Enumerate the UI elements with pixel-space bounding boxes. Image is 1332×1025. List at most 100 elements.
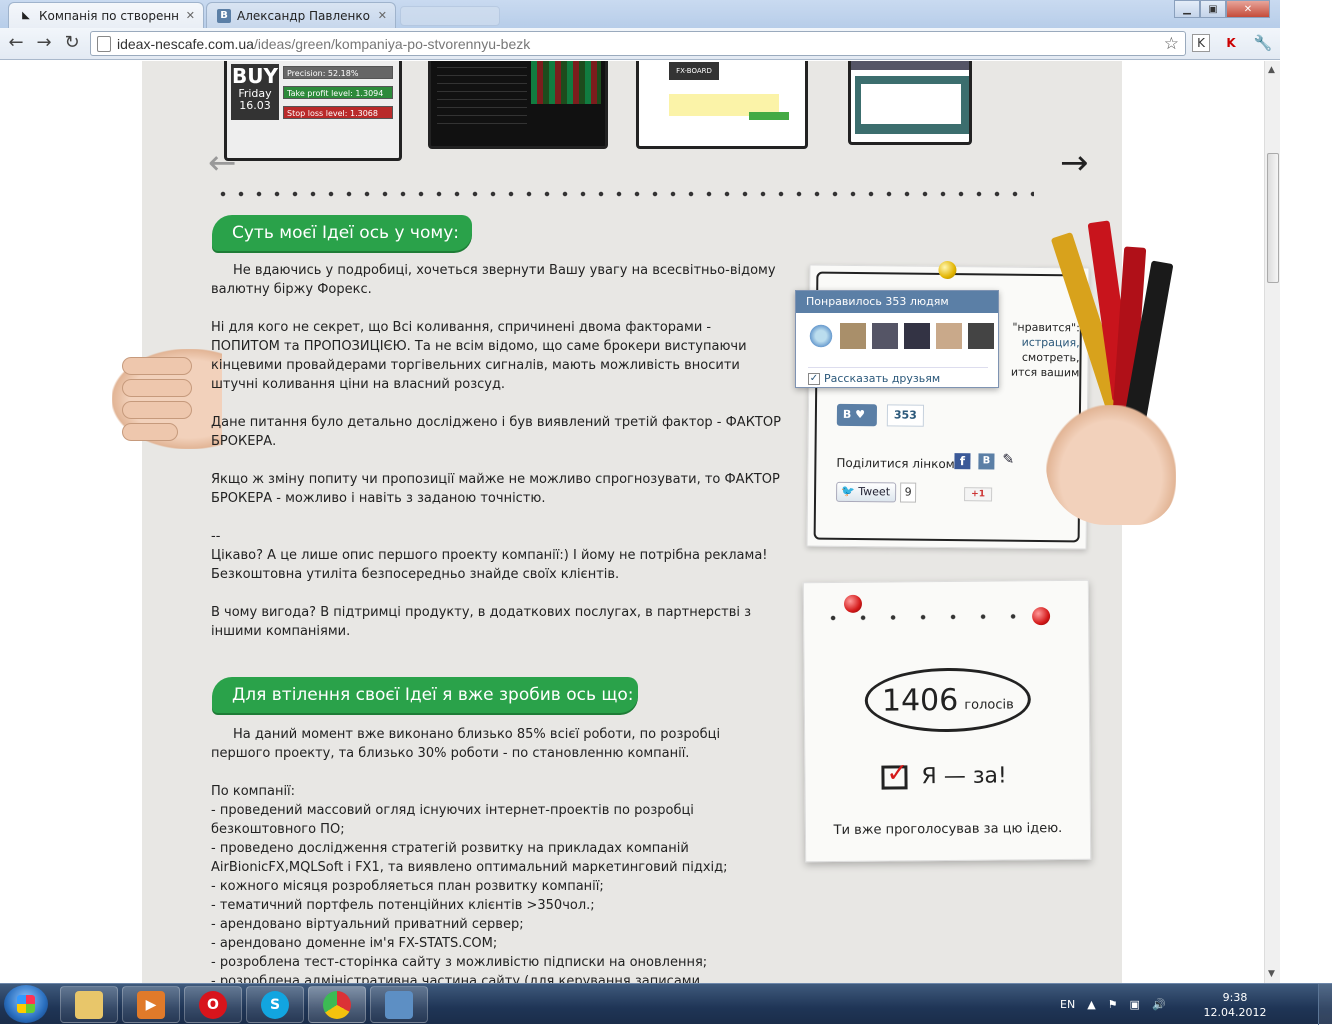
checkbox-icon: ✓ xyxy=(881,758,908,790)
volume-icon[interactable]: 🔊 xyxy=(1152,998,1166,1011)
chrome-icon xyxy=(323,990,351,1019)
list-item: - проведений массовий огляд існуючих інт… xyxy=(211,803,694,837)
photo-viewer-taskbar-button[interactable] xyxy=(370,986,428,1023)
site-favicon-icon: ◣ xyxy=(22,10,30,21)
stop-loss-row: Stop loss level: 1.3068 xyxy=(283,106,393,119)
paragraph: Якщо ж зміну попиту чи пропозиції майже … xyxy=(211,472,780,506)
skype-icon: S xyxy=(261,990,289,1019)
avatar[interactable] xyxy=(904,323,930,349)
red-pin-icon xyxy=(1032,607,1051,626)
dotted-divider xyxy=(214,187,1034,201)
vertical-scrollbar[interactable]: ▲ ▼ xyxy=(1264,61,1280,983)
clock[interactable]: 9:38 12.04.2012 xyxy=(1200,990,1270,1020)
opera-taskbar-button[interactable]: O xyxy=(184,986,242,1023)
vk-favicon-icon: B xyxy=(217,8,231,23)
avatar[interactable] xyxy=(808,323,834,349)
new-tab-button[interactable] xyxy=(400,6,500,26)
paragraph: -- Цікаво? А це лише опис першого проект… xyxy=(211,529,768,582)
network-icon[interactable]: ▣ xyxy=(1130,998,1140,1011)
vk-likes-popup: Понравилось 353 людям ✓ Рассказать друзь… xyxy=(795,290,999,388)
paragraph: На даний момент вже виконано близько 85%… xyxy=(211,727,721,761)
avatar[interactable] xyxy=(872,323,898,349)
media-player-taskbar-button[interactable]: ▶ xyxy=(122,986,180,1023)
progress-text: На даний момент вже виконано близько 85%… xyxy=(211,725,783,983)
list-item: - тематичний портфель потенційних клієнт… xyxy=(211,898,595,913)
list-title: По компанії: xyxy=(211,784,296,799)
vote-status: Ти вже проголосував за цю ідею. xyxy=(833,820,1063,838)
bookmark-star-icon[interactable]: ☆ xyxy=(1164,34,1179,54)
chrome-taskbar-button[interactable] xyxy=(308,986,366,1023)
list-item: - проведено дослідження стратегій розвит… xyxy=(211,841,728,875)
twitter-bird-icon: 🐦 xyxy=(841,484,855,499)
vk-widget-text: "нравится": истрация, смотреть, ится ваш… xyxy=(1010,320,1080,380)
close-window-button[interactable]: ✕ xyxy=(1226,0,1270,18)
windows-taskbar: ▶ O S EN ▲ ⚑ ▣ 🔊 9:38 12.04.2012 xyxy=(0,983,1332,1025)
explorer-taskbar-button[interactable] xyxy=(60,986,118,1023)
facebook-icon[interactable]: f xyxy=(954,453,971,470)
forward-icon[interactable]: → xyxy=(34,34,54,52)
gallery-shot-2[interactable] xyxy=(428,61,608,149)
address-bar[interactable]: ideax-nescafe.com.ua/ideas/green/kompani… xyxy=(90,31,1186,56)
reload-icon[interactable]: ↻ xyxy=(62,34,82,52)
chart-lines xyxy=(437,64,527,124)
section-heading-done: Для втілення своєї Ідеї я вже зробив ось… xyxy=(212,677,638,713)
maximize-button[interactable]: ▣ xyxy=(1200,0,1226,18)
close-tab-icon[interactable]: ✕ xyxy=(186,9,195,22)
buy-signal: BUY Friday 16.03 xyxy=(231,64,279,120)
dotted-divider xyxy=(818,610,1069,624)
scroll-thumb[interactable] xyxy=(1267,153,1279,283)
language-indicator[interactable]: EN xyxy=(1060,998,1075,1011)
gallery-shot-3[interactable]: FX-BOARD xyxy=(636,61,808,149)
tweet-button[interactable]: 🐦 Tweet xyxy=(836,481,897,503)
mail-box xyxy=(855,76,969,134)
skype-taskbar-button[interactable]: S xyxy=(246,986,304,1023)
photo-viewer-icon xyxy=(385,990,413,1019)
scroll-down-icon[interactable]: ▼ xyxy=(1268,969,1275,979)
gallery-shot-4[interactable] xyxy=(848,61,972,145)
back-icon[interactable]: ← xyxy=(6,34,26,52)
kaspersky-icon[interactable]: K xyxy=(1222,34,1240,52)
vk-like-button[interactable]: B ♥ xyxy=(836,403,878,427)
heatmap-grid xyxy=(531,61,601,104)
browser-toolbar: ← → ↻ ideax-nescafe.com.ua/ideas/green/k… xyxy=(0,28,1280,60)
opera-icon: O xyxy=(199,990,227,1019)
minimize-button[interactable]: ▁ xyxy=(1174,0,1200,18)
vk-like-count: 353 xyxy=(886,404,924,427)
vote-button[interactable]: ✓ Я — за! xyxy=(881,758,1007,790)
gallery-next-arrow-icon[interactable]: → xyxy=(1060,143,1089,183)
avatar[interactable] xyxy=(936,323,962,349)
action-center-flag-icon[interactable]: ⚑ xyxy=(1108,998,1118,1011)
vk-icon[interactable]: B xyxy=(978,453,995,470)
vote-counter: 1406 голосів xyxy=(864,667,1032,733)
gallery-prev-arrow-icon[interactable]: ← xyxy=(208,143,237,183)
take-profit-row: Take profit level: 1.3094 xyxy=(283,86,393,99)
right-hand-image xyxy=(1046,405,1176,525)
tab-ideax[interactable]: ◣ Компанія по створенню бе ✕ xyxy=(8,2,204,28)
tray-expand-icon[interactable]: ▲ xyxy=(1087,998,1095,1011)
scroll-up-icon[interactable]: ▲ xyxy=(1268,65,1275,75)
show-desktop-button[interactable] xyxy=(1318,984,1332,1025)
avatar[interactable] xyxy=(840,323,866,349)
green-button xyxy=(749,112,789,120)
avatar[interactable] xyxy=(968,323,994,349)
window-controls: ▁ ▣ ✕ xyxy=(1174,0,1270,18)
close-tab-icon[interactable]: ✕ xyxy=(378,9,387,22)
paragraph: В чому вигода? В підтримці продукту, в д… xyxy=(211,605,752,639)
list-item: - арендовано доменне ім'я FX-STATS.COM; xyxy=(211,936,498,951)
mail-header xyxy=(851,61,969,70)
page-viewport: BUY Friday 16.03 Precision: 52.18% Take … xyxy=(0,61,1264,983)
google-plus-button[interactable]: +1 xyxy=(964,487,993,502)
share-with-friends-checkbox[interactable]: ✓ Рассказать друзьям xyxy=(808,367,988,385)
gallery-shot-1[interactable]: BUY Friday 16.03 Precision: 52.18% Take … xyxy=(224,61,402,161)
yellow-pin-icon xyxy=(938,260,957,280)
checkmark-icon: ✓ xyxy=(808,372,820,385)
extension-k-icon[interactable]: K xyxy=(1192,34,1210,52)
paragraph: Ні для кого не секрет, що Всі коливання,… xyxy=(211,320,747,392)
paragraph: Не вдаючись у подробиці, хочеться зверну… xyxy=(211,263,776,297)
precision-row: Precision: 52.18% xyxy=(283,66,393,79)
wrench-icon[interactable]: 🔧 xyxy=(1254,34,1273,52)
tab-vk[interactable]: B Александр Павленко ✕ xyxy=(206,2,396,28)
pencil-icon[interactable]: ✎ xyxy=(1002,452,1014,468)
nescafe-sticks-image xyxy=(1050,220,1174,442)
start-button[interactable] xyxy=(4,985,48,1023)
